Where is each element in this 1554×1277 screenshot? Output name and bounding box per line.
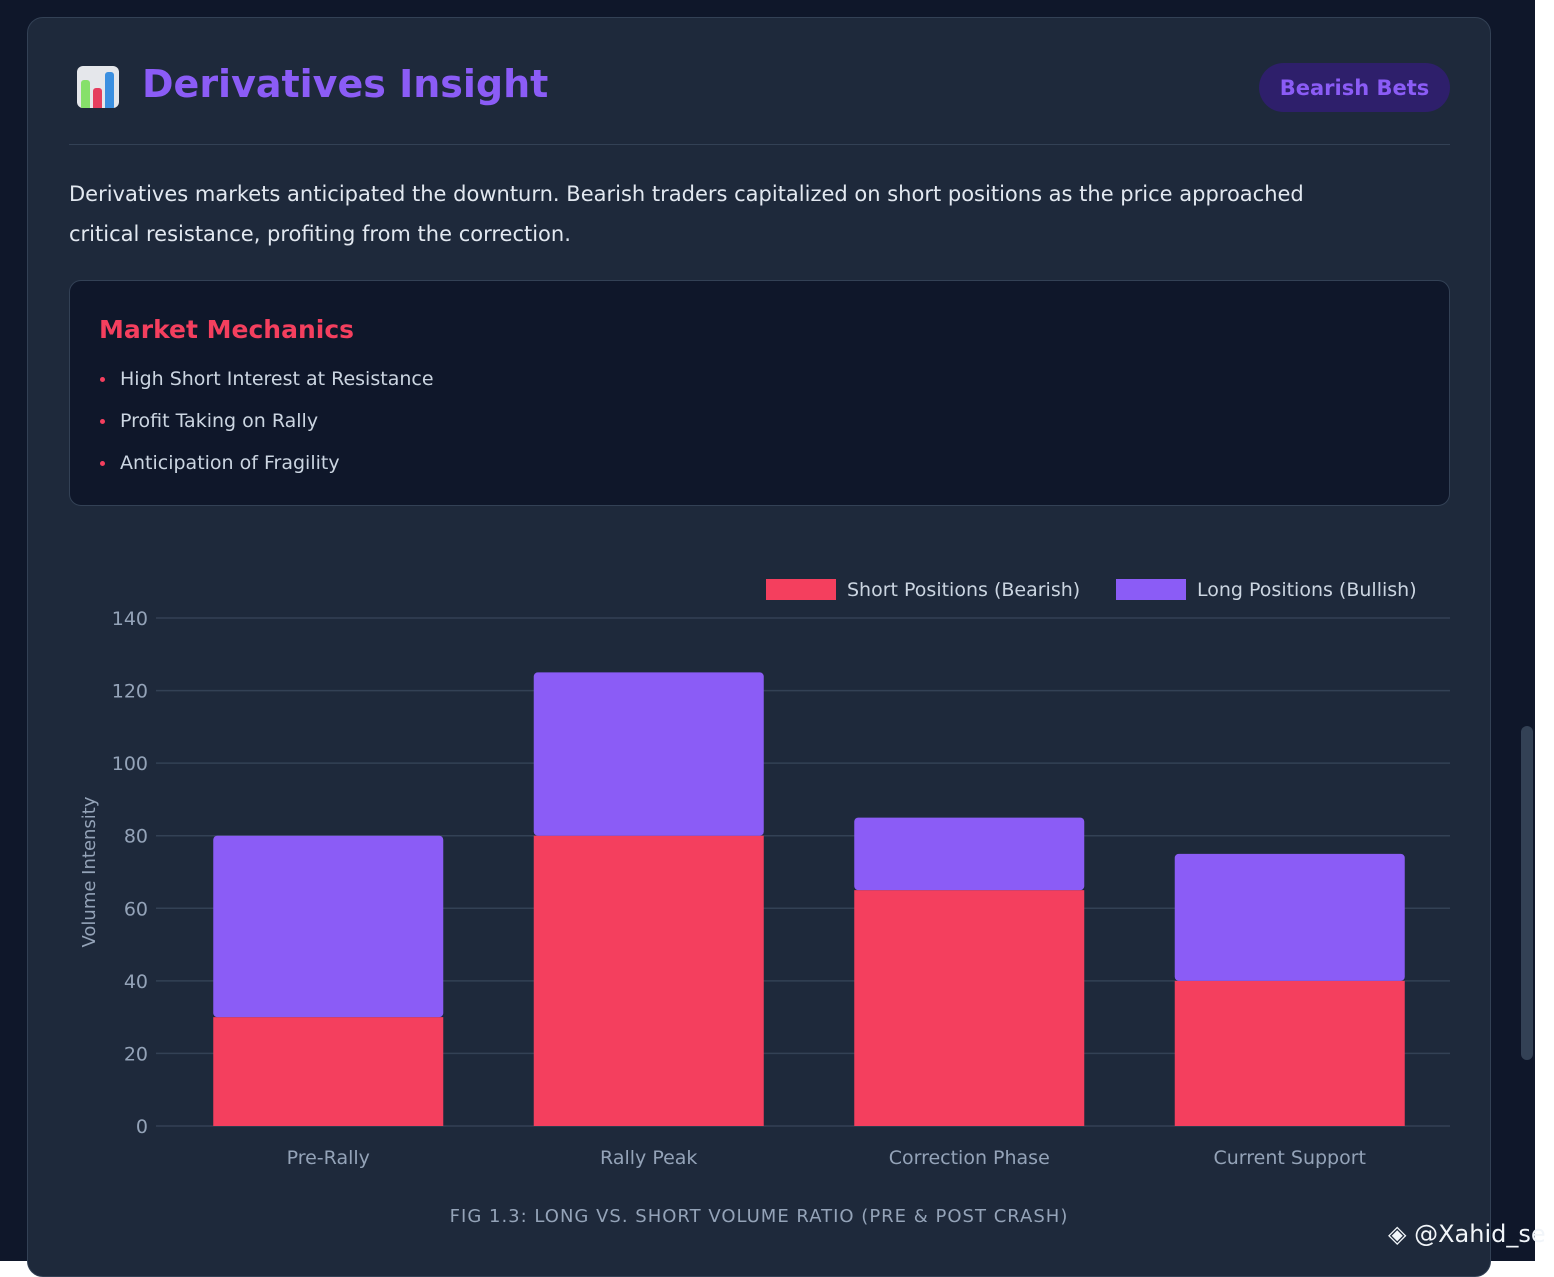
- figure-caption: FIG 1.3: LONG VS. SHORT VOLUME RATIO (PR…: [449, 1206, 1069, 1227]
- bar-short: [533, 835, 764, 1126]
- bar-long: [1174, 853, 1405, 981]
- binance-logo-icon: ◈: [1388, 1220, 1407, 1248]
- scrollbar[interactable]: [1521, 726, 1533, 1060]
- x-tick-label: Pre-Rally: [287, 1147, 370, 1169]
- legend-swatch: [766, 579, 836, 600]
- watermark-text: @Xahid_se: [1414, 1220, 1546, 1248]
- y-tick-label: 40: [124, 971, 148, 993]
- y-tick-label: 140: [112, 608, 148, 630]
- bar-short: [1174, 980, 1405, 1126]
- list-item: Profit Taking on Rally: [99, 407, 434, 449]
- bar-short: [854, 890, 1085, 1126]
- y-tick-label: 80: [124, 826, 148, 848]
- y-tick-label: 20: [124, 1043, 148, 1065]
- y-axis-label: Volume Intensity: [79, 796, 100, 947]
- mechanics-title: Market Mechanics: [99, 315, 355, 344]
- legend-label: Short Positions (Bearish): [847, 579, 1080, 601]
- market-mechanics-box: Market Mechanics High Short Interest at …: [69, 280, 1450, 506]
- description: Derivatives markets anticipated the down…: [69, 182, 1304, 246]
- bar-long: [854, 817, 1085, 891]
- page-title: Derivatives Insight: [142, 62, 549, 106]
- watermark: ◈ @Xahid_se: [1388, 1220, 1546, 1248]
- x-tick-label: Rally Peak: [600, 1147, 697, 1169]
- legend-label: Long Positions (Bullish): [1197, 579, 1417, 601]
- status-badge: Bearish Bets: [1259, 63, 1450, 112]
- divider: [69, 144, 1450, 145]
- y-tick-label: 0: [136, 1116, 148, 1138]
- list-item: High Short Interest at Resistance: [99, 365, 434, 407]
- x-tick-label: Correction Phase: [889, 1147, 1050, 1169]
- bar-long: [533, 672, 764, 836]
- y-tick-label: 100: [112, 753, 148, 775]
- list-item: Anticipation of Fragility: [99, 449, 434, 491]
- legend-swatch: [1116, 579, 1186, 600]
- stacked-bar-chart: 0 20 40 60 80 100 120 140 Volume Intensity Pre-Ra…: [79, 579, 1450, 1169]
- bar-long: [213, 835, 444, 1018]
- x-tick-label: Current Support: [1213, 1147, 1366, 1169]
- y-tick-label: 120: [112, 681, 148, 703]
- bar-short: [213, 1017, 444, 1126]
- y-tick-label: 60: [124, 898, 148, 920]
- bar-chart-icon: [77, 66, 119, 108]
